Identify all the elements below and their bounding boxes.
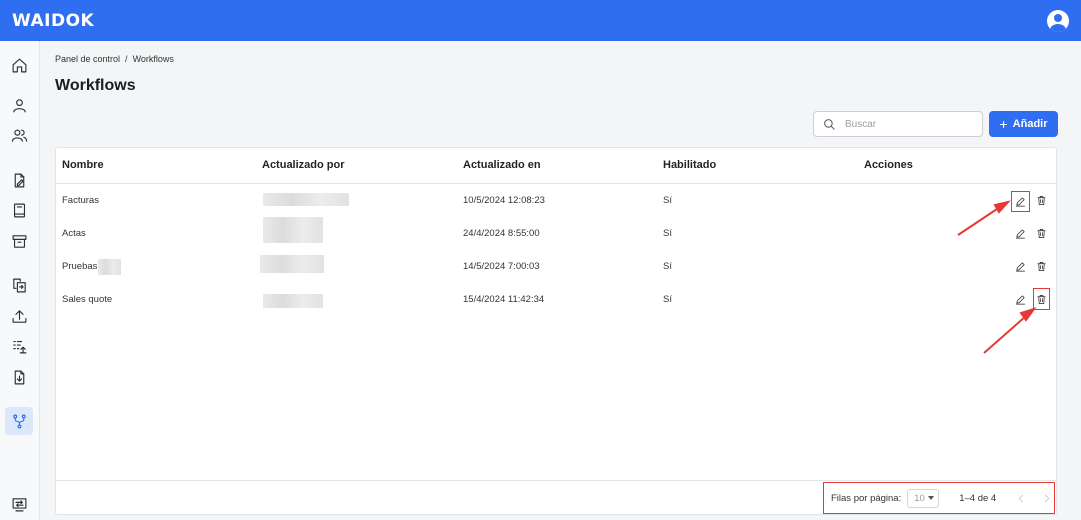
cell-updated-at: 15/4/2024 11:42:34 <box>463 294 545 305</box>
trash-icon <box>1037 262 1046 271</box>
table-row[interactable]: Pruebas 14/5/2024 7:00:03 Sí <box>56 250 1056 283</box>
sidebar-item-users[interactable] <box>5 121 33 149</box>
redacted-user <box>263 193 349 206</box>
table-row[interactable]: Sales quote 15/4/2024 11:42:34 Sí <box>56 283 1056 316</box>
cell-updated-at: 10/5/2024 12:08:23 <box>463 195 545 206</box>
copy-documents-icon <box>12 278 26 292</box>
home-icon <box>12 58 26 72</box>
cell-name: Actas <box>62 228 86 239</box>
pencil-icon <box>1016 197 1025 207</box>
pencil-icon <box>1016 229 1025 239</box>
sidebar-item-archive[interactable] <box>5 227 33 255</box>
cell-enabled: Sí <box>663 195 672 206</box>
sidebar-item-upload[interactable] <box>5 302 33 330</box>
delete-button[interactable] <box>1033 225 1050 242</box>
edit-button[interactable] <box>1011 191 1030 212</box>
upload-icon <box>12 309 26 323</box>
redacted-user <box>263 217 323 243</box>
workflow-icon <box>12 414 26 428</box>
sidebar-item-workflows[interactable] <box>5 407 33 435</box>
trash-icon <box>1037 229 1046 238</box>
sidebar-item-book[interactable] <box>5 196 33 224</box>
search-box <box>813 111 983 137</box>
sidebar-item-list-upload[interactable] <box>5 332 33 360</box>
delete-button[interactable] <box>1033 258 1050 275</box>
pagination-range: 1–4 de 4 <box>959 492 997 504</box>
sidebar-item-switch-account[interactable] <box>5 490 33 518</box>
sidebar-item-home[interactable] <box>5 51 33 79</box>
breadcrumb-link-panel[interactable]: Panel de control <box>55 54 120 64</box>
trash-icon <box>1037 294 1046 304</box>
table-footer: Filas por página: 10 1–4 de 4 <box>56 480 1056 516</box>
rows-per-page-select[interactable]: 10 <box>907 488 940 508</box>
chevron-right-icon[interactable] <box>1041 493 1052 504</box>
table-header: Nombre Actualizado por Actualizado en Ha… <box>56 148 1056 184</box>
sidebar-item-document-edit[interactable] <box>5 166 33 194</box>
account-circle-icon[interactable] <box>1047 9 1069 32</box>
archive-icon <box>12 234 26 248</box>
trash-icon <box>1037 196 1046 205</box>
cell-name: Sales quote <box>62 294 113 305</box>
document-edit-icon <box>14 173 24 187</box>
users-icon <box>11 129 27 142</box>
list-upload-icon <box>12 340 26 353</box>
edit-button[interactable] <box>1012 258 1029 275</box>
pagination: Filas por página: 10 1–4 de 4 <box>823 482 1055 514</box>
sidebar <box>0 41 40 520</box>
redacted-name <box>98 259 121 275</box>
edit-button[interactable] <box>1012 291 1029 308</box>
delete-button[interactable] <box>1033 192 1050 209</box>
cell-enabled: Sí <box>663 294 672 305</box>
cell-updated-at: 14/5/2024 7:00:03 <box>463 261 540 272</box>
column-header-actualizado-en: Actualizado en <box>463 159 541 171</box>
rows-per-page-label: Filas por página: <box>831 492 902 504</box>
add-button-label: Añadir <box>1012 118 1048 130</box>
file-download-icon <box>14 370 24 384</box>
chevron-left-icon[interactable] <box>1016 493 1027 504</box>
cell-enabled: Sí <box>663 261 672 272</box>
pencil-icon <box>1016 295 1025 305</box>
pencil-icon <box>1016 262 1025 272</box>
switch-account-icon <box>12 497 26 511</box>
redacted-user <box>260 255 324 273</box>
breadcrumb: Panel de control / Workflows <box>55 54 174 64</box>
column-header-actualizado-por: Actualizado por <box>262 159 345 171</box>
plus-icon: + <box>999 116 1008 132</box>
search-icon <box>824 118 835 130</box>
breadcrumb-separator: / <box>125 54 128 64</box>
column-header-nombre: Nombre <box>62 159 104 171</box>
edit-button[interactable] <box>1012 225 1029 242</box>
breadcrumb-current: Workflows <box>132 54 174 64</box>
table-row[interactable]: Facturas 10/5/2024 12:08:23 Sí <box>56 184 1056 217</box>
cell-name: Facturas <box>62 195 99 206</box>
rows-per-page-value: 10 <box>914 492 925 504</box>
redacted-user <box>263 294 323 308</box>
sidebar-item-copy-documents[interactable] <box>5 271 33 299</box>
cell-enabled: Sí <box>663 228 672 239</box>
column-header-acciones: Acciones <box>864 159 913 171</box>
search-input[interactable] <box>845 118 975 130</box>
sidebar-item-file-download[interactable] <box>5 363 33 391</box>
caret-down-icon <box>928 496 935 500</box>
logo: WAIDOK <box>12 10 95 31</box>
top-bar: WAIDOK <box>0 0 1081 41</box>
sidebar-item-user[interactable] <box>5 91 33 119</box>
table-row[interactable]: Actas 24/4/2024 8:55:00 Sí <box>56 217 1056 250</box>
delete-button[interactable] <box>1033 288 1050 310</box>
add-button[interactable]: + Añadir <box>989 111 1058 137</box>
user-icon <box>12 98 26 112</box>
cell-name: Pruebas <box>62 261 98 272</box>
book-icon <box>13 203 25 217</box>
workflows-table: Nombre Actualizado por Actualizado en Ha… <box>55 147 1057 515</box>
page-title: Workflows <box>55 77 136 94</box>
pagination-nav <box>1016 493 1052 504</box>
column-header-habilitado: Habilitado <box>663 159 717 171</box>
cell-updated-at: 24/4/2024 8:55:00 <box>463 228 540 239</box>
